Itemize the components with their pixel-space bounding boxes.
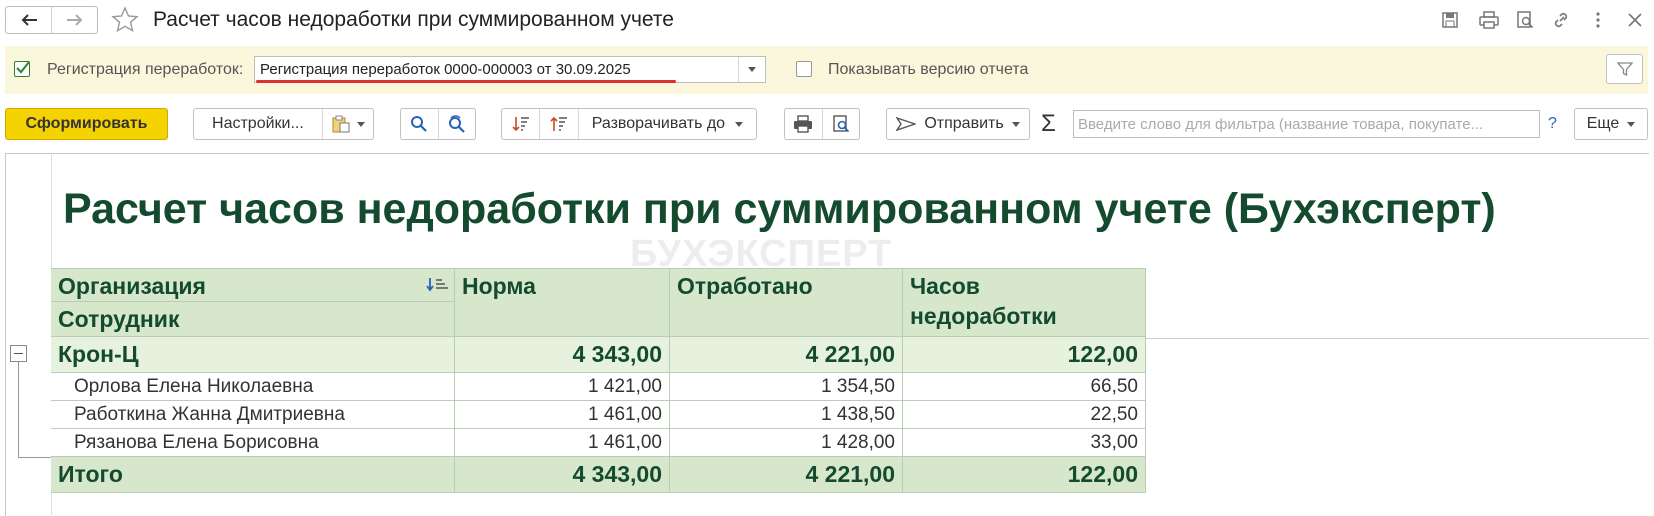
total-row-norm: 4 343,00 [455, 457, 670, 493]
send-icon [896, 116, 917, 132]
table-row-name[interactable]: Орлова Елена Николаевна [51, 373, 455, 401]
table-row-norm: 1 461,00 [455, 429, 670, 457]
header-organization[interactable]: Организация [51, 268, 455, 302]
report-params-panel [5, 46, 1648, 94]
settings-button[interactable]: Настройки... [194, 109, 322, 139]
printer-icon [794, 115, 813, 133]
tree-line-end [18, 457, 51, 458]
filter-input[interactable]: Введите слово для фильтра (название това… [1073, 110, 1540, 138]
group-row-worked: 4 221,00 [670, 337, 903, 373]
search-next-icon [448, 115, 465, 133]
collapse-group-icon[interactable] [10, 345, 27, 362]
expand-to-dropdown[interactable]: Разворачивать до [577, 109, 756, 139]
registration-select-value: Регистрация переработок 0000-000003 от 3… [260, 61, 631, 78]
funnel-icon [1616, 62, 1633, 76]
registration-label: Регистрация переработок: [47, 61, 244, 78]
print-preview-button[interactable] [821, 109, 860, 139]
chevron-down-icon[interactable] [738, 57, 765, 82]
search-next-button[interactable] [437, 109, 476, 139]
group-row-norm: 4 343,00 [455, 337, 670, 373]
table-row-name[interactable]: Работкина Жанна Дмитриевна [51, 401, 455, 429]
total-row-shortfall: 122,00 [903, 457, 1146, 493]
checkmark-icon [16, 61, 30, 74]
grouping-group: Разворачивать до [501, 108, 757, 140]
preview-icon [833, 115, 849, 133]
header-norm: Норма [455, 268, 670, 337]
more-vert-icon[interactable] [1588, 10, 1608, 30]
highlight-underline [256, 80, 676, 83]
more-label: Еще [1586, 115, 1620, 132]
sort-lines-down-icon [512, 117, 529, 132]
group-row-name[interactable]: Крон-Ц [51, 337, 455, 373]
table-row-shortfall: 22,50 [903, 401, 1146, 429]
registration-select[interactable]: Регистрация переработок 0000-000003 от 3… [254, 56, 766, 83]
send-button[interactable]: Отправить [886, 108, 1030, 140]
group-row-shortfall: 122,00 [903, 337, 1146, 373]
header-worked: Отработано [670, 268, 903, 337]
header-shortfall: Часов недоработки [903, 268, 1146, 337]
variants-button[interactable] [321, 109, 373, 139]
print-icon[interactable] [1479, 10, 1499, 30]
chevron-down-icon [1627, 121, 1636, 127]
arrow-right-icon [66, 14, 82, 26]
table-row-norm: 1 421,00 [455, 373, 670, 401]
sort-asc-button[interactable] [539, 109, 577, 139]
link-icon[interactable] [1551, 10, 1571, 30]
preview-icon[interactable] [1515, 10, 1535, 30]
help-link[interactable]: ? [1548, 115, 1557, 133]
table-row-worked: 1 428,00 [670, 429, 903, 457]
show-version-checkbox[interactable] [796, 61, 812, 77]
sort-icon[interactable] [426, 276, 450, 294]
table-row-name[interactable]: Рязанова Елена Борисовна [51, 429, 455, 457]
search-button[interactable] [401, 109, 438, 139]
report-title: Расчет часов недоработки при суммированн… [63, 185, 1496, 233]
print-group [784, 108, 860, 140]
favorite-star-icon[interactable] [111, 6, 139, 39]
nav-buttons [5, 6, 98, 34]
total-row-worked: 4 221,00 [670, 457, 903, 493]
sort-lines-up-icon [550, 116, 568, 131]
total-row-label: Итого [51, 457, 455, 493]
close-icon[interactable] [1625, 10, 1645, 30]
header-employee: Сотрудник [51, 302, 455, 337]
sort-desc-button[interactable] [502, 109, 539, 139]
forward-button[interactable] [51, 7, 97, 33]
print-button[interactable] [785, 109, 822, 139]
settings-group: Настройки... [193, 108, 374, 140]
registration-checkbox[interactable] [14, 61, 30, 77]
chevron-down-icon [735, 121, 744, 127]
back-button[interactable] [6, 7, 51, 33]
tree-line [18, 362, 19, 457]
window-title: Расчет часов недоработки при суммированн… [153, 8, 674, 31]
show-version-label: Показывать версию отчета [828, 61, 1029, 78]
search-icon [411, 116, 428, 132]
expand-to-label: Разворачивать до [591, 115, 726, 132]
table-row-shortfall: 33,00 [903, 429, 1146, 457]
more-button[interactable]: Еще [1574, 108, 1648, 140]
chevron-down-icon [1011, 121, 1020, 127]
sum-icon[interactable]: Σ [1041, 110, 1056, 138]
search-group [400, 108, 476, 140]
table-row-worked: 1 438,50 [670, 401, 903, 429]
table-row-worked: 1 354,50 [670, 373, 903, 401]
filter-settings-button[interactable] [1606, 54, 1643, 84]
table-row-shortfall: 66,50 [903, 373, 1146, 401]
save-icon[interactable] [1440, 10, 1460, 30]
arrow-left-icon [21, 14, 37, 26]
table-row-norm: 1 461,00 [455, 401, 670, 429]
generate-button[interactable]: Сформировать [5, 108, 168, 140]
send-label: Отправить [924, 115, 1004, 132]
clipboard-icon [332, 115, 350, 133]
